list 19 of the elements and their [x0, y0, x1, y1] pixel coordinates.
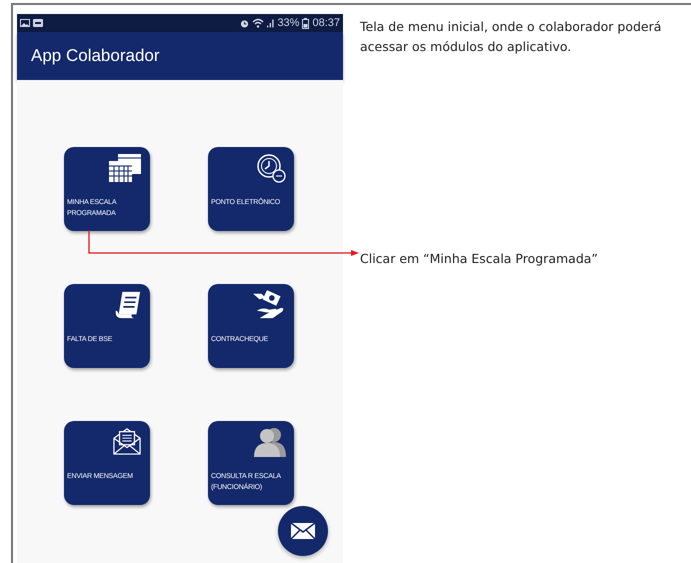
money-hand-icon: [252, 290, 286, 320]
mail-button[interactable]: [278, 506, 328, 556]
wifi-icon: [252, 18, 264, 28]
calendar-icon: [108, 153, 142, 183]
clock-time: 08:37: [312, 17, 340, 29]
people-icon: [252, 427, 286, 457]
alarm-icon: [240, 18, 250, 28]
image-icon: [20, 19, 30, 27]
mail-icon: [290, 522, 316, 540]
annotation-text: Clicar em “Minha Escala Programada”: [360, 251, 599, 266]
document-icon: [114, 290, 142, 320]
notification-icon: [33, 19, 43, 27]
battery-percent: 33%: [277, 17, 300, 29]
open-envelope-icon: [112, 427, 142, 455]
signal-icon: [267, 18, 274, 28]
battery-icon: [302, 18, 310, 28]
app-title: App Colaborador: [31, 46, 160, 66]
annotation-text: Tela de menu inicial, onde o colaborador poderá acessar os módulos do aplicativo.: [360, 18, 662, 56]
clock-icon: [256, 153, 286, 183]
